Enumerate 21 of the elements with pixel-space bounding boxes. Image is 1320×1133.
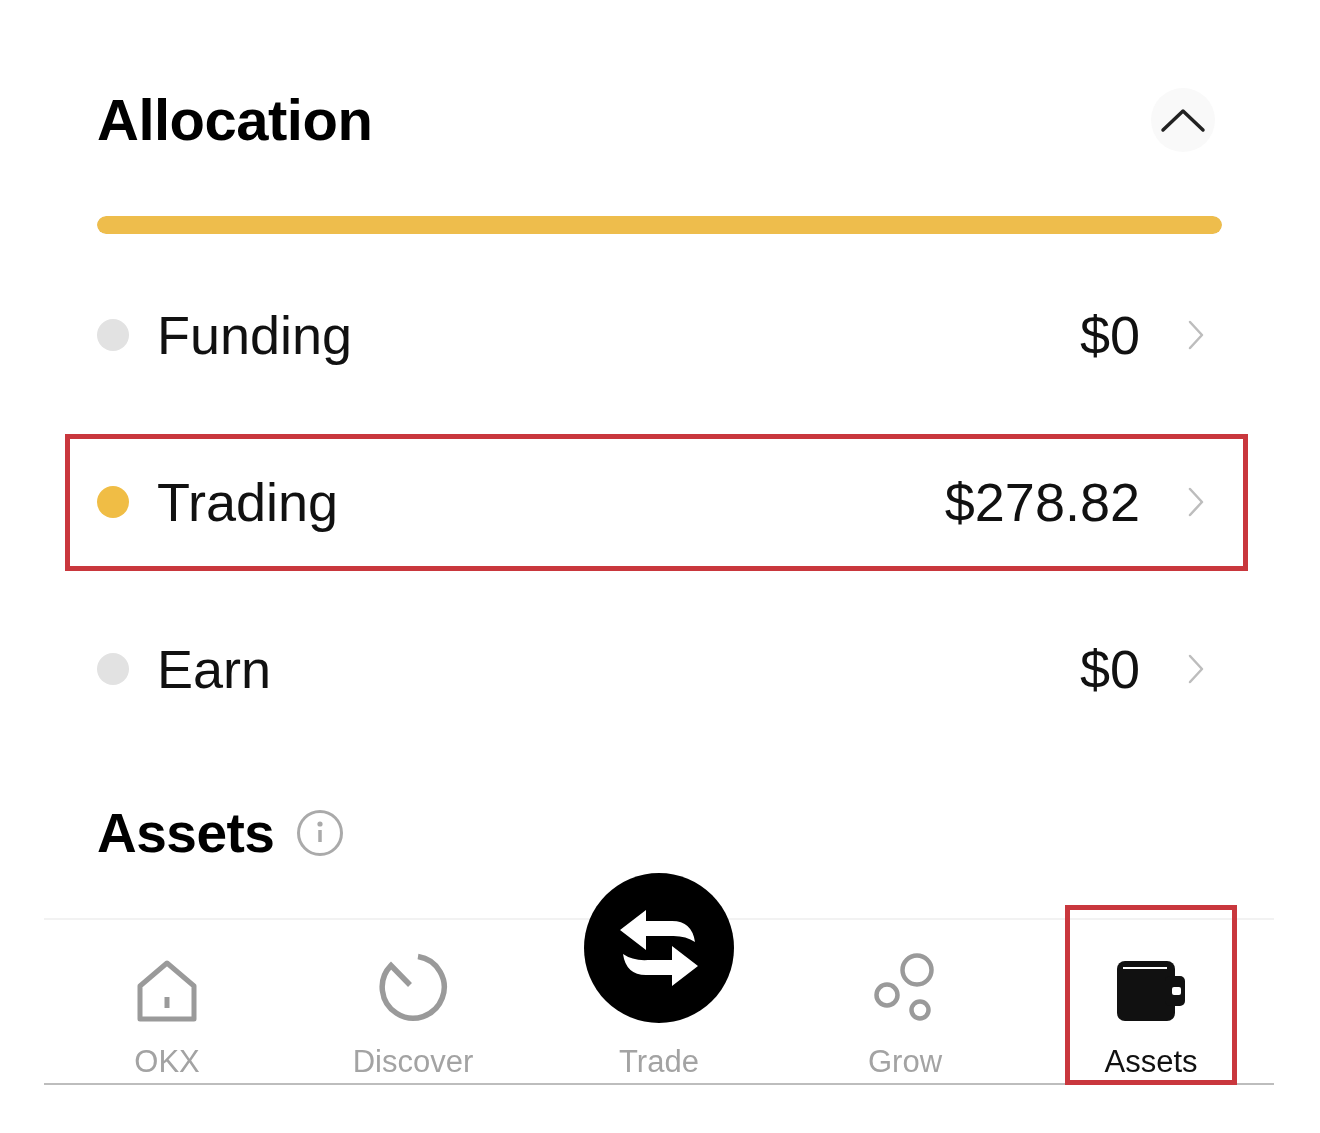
account-amount: $278.82 [944,470,1140,534]
dial-icon [377,951,449,1023]
chevron-right-icon [1187,319,1205,351]
account-row[interactable]: Trading $278.82 [65,433,1248,571]
account-name: Trading [157,470,340,534]
account-name: Funding [157,303,354,367]
circles-icon [873,951,937,1023]
account-row[interactable]: Funding $0 [65,266,1248,404]
section-title: Assets [97,805,275,861]
nav-tab[interactable]: Assets [1065,905,1237,1085]
account-name: Earn [157,637,273,701]
account-amount: $0 [1079,637,1140,701]
chevron-right-icon [1187,653,1205,685]
account-amount: $0 [1079,303,1140,367]
swap-arrows-icon [584,873,734,1023]
section-title: Allocation [97,91,373,149]
home-icon [135,959,199,1023]
chevron-up-icon [1160,107,1206,133]
account-row[interactable]: Earn $0 [65,600,1248,738]
chevron-right-icon [1187,486,1205,518]
wallet-icon [1115,959,1187,1023]
